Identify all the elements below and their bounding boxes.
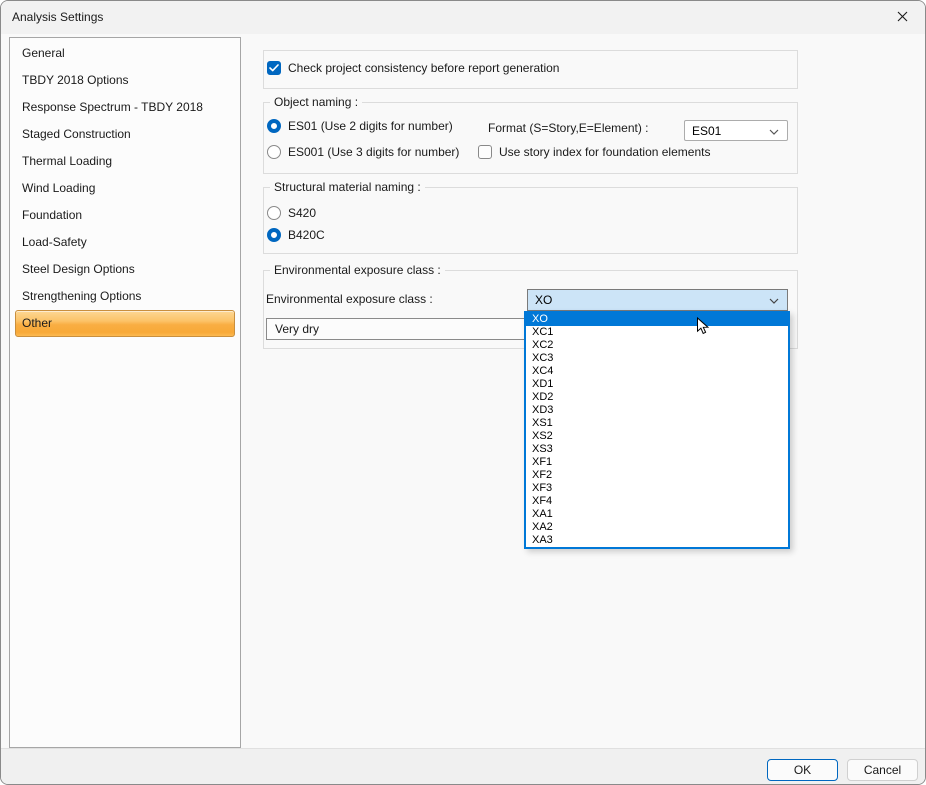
radio-s420-row[interactable]: S420 (267, 206, 316, 220)
radio-es01[interactable] (267, 119, 281, 133)
radio-es001-row[interactable]: ES001 (Use 3 digits for number) (267, 145, 459, 159)
dropdown-option-xa1[interactable]: XA1 (526, 508, 788, 521)
sidebar-item-general[interactable]: General (15, 40, 235, 67)
sidebar-item-response-spectrum-tbdy-2018[interactable]: Response Spectrum - TBDY 2018 (15, 94, 235, 121)
radio-es001-label: ES001 (Use 3 digits for number) (288, 145, 459, 159)
exposure-class-label: Environmental exposure class : (266, 292, 433, 306)
dropdown-option-xc4[interactable]: XC4 (526, 365, 788, 378)
exposure-class-combobox-value: XO (535, 293, 552, 307)
dropdown-option-xs2[interactable]: XS2 (526, 430, 788, 443)
radio-s420[interactable] (267, 206, 281, 220)
dropdown-option-xo[interactable]: XO (526, 313, 788, 326)
story-index-checkbox-row[interactable]: Use story index for foundation elements (478, 145, 710, 159)
format-combobox[interactable]: ES01 (684, 120, 788, 141)
exposure-class-combobox[interactable]: XO (527, 289, 788, 311)
sidebar-item-load-safety[interactable]: Load-Safety (15, 229, 235, 256)
consistency-checkbox-row[interactable]: Check project consistency before report … (267, 61, 559, 75)
object-naming-legend: Object naming : (270, 95, 362, 109)
sidebar-item-wind-loading[interactable]: Wind Loading (15, 175, 235, 202)
sidebar-item-foundation[interactable]: Foundation (15, 202, 235, 229)
structural-material-group: Structural material naming : (263, 187, 798, 254)
sidebar-item-staged-construction[interactable]: Staged Construction (15, 121, 235, 148)
dropdown-option-xf4[interactable]: XF4 (526, 495, 788, 508)
dropdown-option-xs1[interactable]: XS1 (526, 417, 788, 430)
radio-es001[interactable] (267, 145, 281, 159)
dialog-title: Analysis Settings (12, 1, 103, 34)
structural-material-legend: Structural material naming : (270, 180, 425, 194)
sidebar-item-steel-design-options[interactable]: Steel Design Options (15, 256, 235, 283)
cancel-button[interactable]: Cancel (847, 759, 918, 781)
radio-es01-label: ES01 (Use 2 digits for number) (288, 119, 453, 133)
dropdown-option-xf2[interactable]: XF2 (526, 469, 788, 482)
exposure-class-dropdown: XOXC1XC2XC3XC4XD1XD2XD3XS1XS2XS3XF1XF2XF… (524, 311, 790, 549)
sidebar-item-strengthening-options[interactable]: Strengthening Options (15, 283, 235, 310)
dropdown-option-xd1[interactable]: XD1 (526, 378, 788, 391)
dropdown-option-xf3[interactable]: XF3 (526, 482, 788, 495)
story-index-checkbox-label: Use story index for foundation elements (499, 145, 710, 159)
consistency-checkbox-label: Check project consistency before report … (288, 61, 559, 75)
dropdown-option-xc1[interactable]: XC1 (526, 326, 788, 339)
radio-es01-row[interactable]: ES01 (Use 2 digits for number) (267, 119, 453, 133)
sidebar-item-tbdy-2018-options[interactable]: TBDY 2018 Options (15, 67, 235, 94)
dropdown-option-xa3[interactable]: XA3 (526, 534, 788, 547)
titlebar: Analysis Settings (1, 1, 925, 34)
settings-category-list: GeneralTBDY 2018 OptionsResponse Spectru… (9, 37, 241, 748)
radio-b420c-row[interactable]: B420C (267, 228, 325, 242)
sidebar-item-thermal-loading[interactable]: Thermal Loading (15, 148, 235, 175)
sidebar-item-other[interactable]: Other (15, 310, 235, 337)
radio-b420c[interactable] (267, 228, 281, 242)
radio-s420-label: S420 (288, 206, 316, 220)
story-index-checkbox[interactable] (478, 145, 492, 159)
close-button[interactable] (885, 3, 919, 32)
chevron-down-icon (769, 124, 779, 138)
consistency-checkbox[interactable] (267, 61, 281, 75)
close-icon (897, 9, 908, 27)
dropdown-option-xs3[interactable]: XS3 (526, 443, 788, 456)
format-combobox-value: ES01 (692, 124, 721, 138)
environmental-legend: Environmental exposure class : (270, 263, 445, 277)
dropdown-option-xc2[interactable]: XC2 (526, 339, 788, 352)
dropdown-option-xd3[interactable]: XD3 (526, 404, 788, 417)
format-label: Format (S=Story,E=Element) : (488, 121, 649, 135)
dropdown-option-xa2[interactable]: XA2 (526, 521, 788, 534)
dropdown-option-xf1[interactable]: XF1 (526, 456, 788, 469)
dialog-footer: OK Cancel (1, 748, 925, 785)
chevron-down-icon (769, 293, 779, 307)
radio-b420c-label: B420C (288, 228, 325, 242)
dropdown-option-xd2[interactable]: XD2 (526, 391, 788, 404)
analysis-settings-dialog: Analysis Settings GeneralTBDY 2018 Optio… (0, 0, 926, 785)
ok-button[interactable]: OK (767, 759, 838, 781)
dropdown-option-xc3[interactable]: XC3 (526, 352, 788, 365)
check-icon (269, 61, 279, 75)
